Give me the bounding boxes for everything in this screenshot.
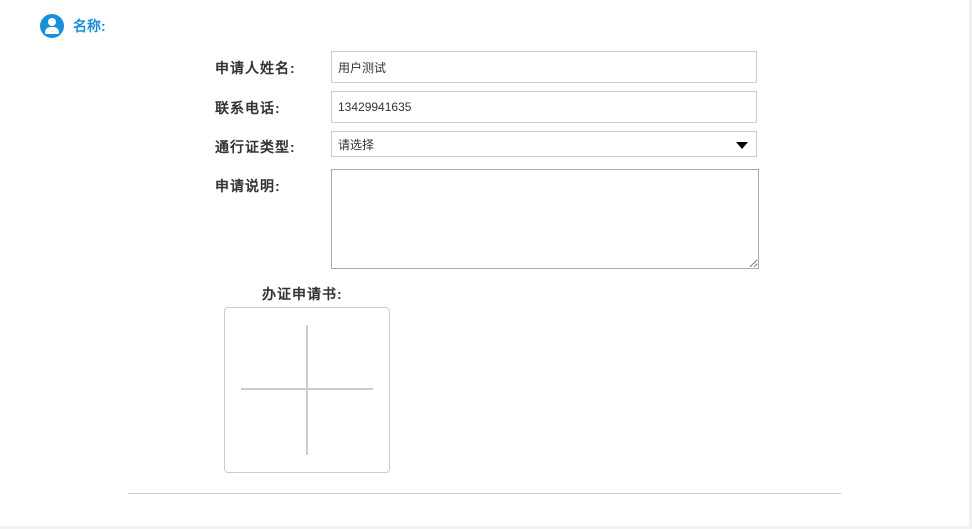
dropdown-arrow-icon bbox=[736, 142, 748, 149]
applicant-name-input[interactable]: 用户测试 bbox=[331, 51, 757, 83]
pass-type-select[interactable]: 请选择 bbox=[331, 131, 757, 157]
description-label: 申请说明: bbox=[215, 178, 281, 194]
description-textarea[interactable] bbox=[331, 169, 759, 269]
section-title: 名称: bbox=[73, 18, 106, 34]
divider bbox=[128, 493, 841, 494]
pass-type-value: 请选择 bbox=[338, 137, 375, 152]
applicant-name-label: 申请人姓名: bbox=[215, 60, 296, 76]
phone-label: 联系电话: bbox=[215, 100, 281, 116]
phone-input[interactable]: 13429941635 bbox=[331, 91, 757, 123]
user-circle-icon bbox=[40, 14, 64, 38]
pass-type-label: 通行证类型: bbox=[215, 139, 296, 155]
section-header: 名称: bbox=[40, 14, 106, 38]
plus-icon-bar bbox=[241, 388, 373, 390]
plus-icon bbox=[306, 325, 308, 455]
upload-button[interactable] bbox=[224, 307, 390, 473]
upload-label: 办证申请书: bbox=[262, 286, 343, 302]
form-card: 名称: 申请人姓名: 用户测试 联系电话: 13429941635 通行证类型:… bbox=[0, 0, 969, 526]
